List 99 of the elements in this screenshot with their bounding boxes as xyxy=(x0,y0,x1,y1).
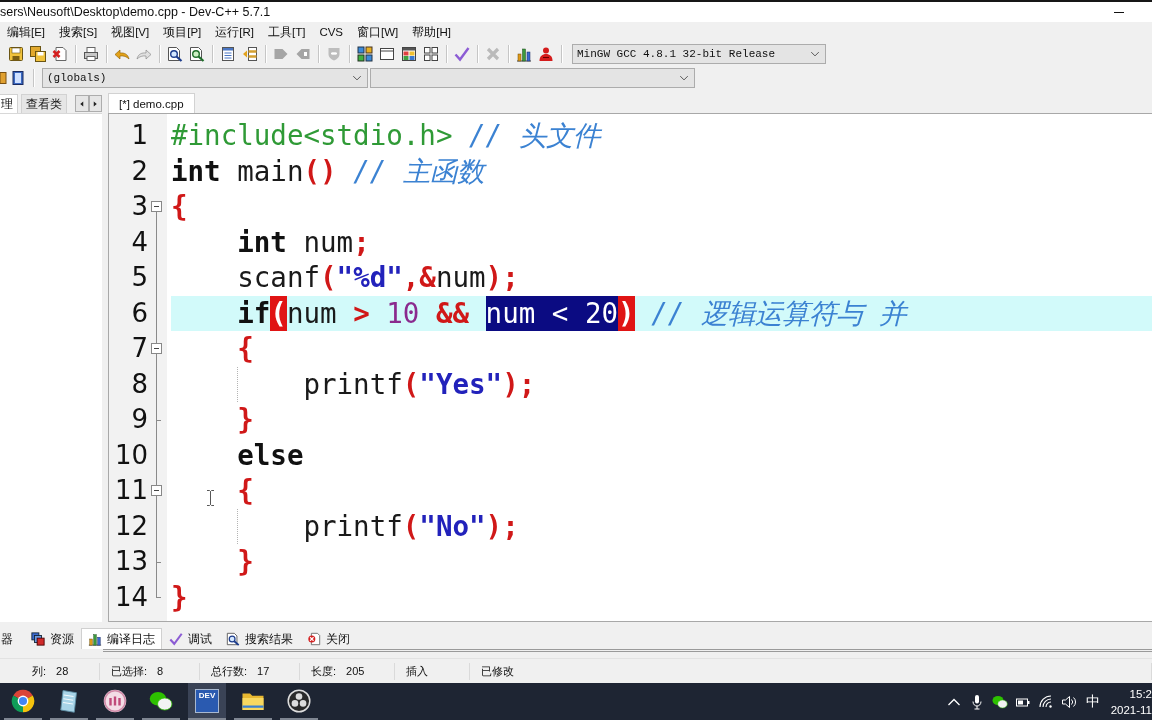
status-value: 17 xyxy=(257,665,270,677)
document-magnifier-icon[interactable] xyxy=(167,46,183,62)
menu-item[interactable]: 帮助[H] xyxy=(405,24,458,40)
bar-chart-icon xyxy=(88,632,102,646)
scroll-left-button[interactable] xyxy=(75,95,89,112)
bar-chart-icon[interactable] xyxy=(516,46,532,62)
document-arrow-icon[interactable] xyxy=(242,46,258,62)
input-method-indicator[interactable]: 中 xyxy=(1085,692,1100,711)
panel-tab[interactable]: 调试 xyxy=(162,628,219,649)
line-number: 9 xyxy=(130,403,148,436)
line-number: 11 xyxy=(113,474,148,507)
panel-tab[interactable]: 查看类 xyxy=(21,94,67,113)
panel-tab[interactable]: 关闭 xyxy=(300,628,357,649)
document-magnifier-icon xyxy=(226,632,240,646)
document-lines-icon[interactable] xyxy=(220,46,236,62)
document-magnifier-icon[interactable] xyxy=(189,46,205,62)
chevron-down-icon xyxy=(352,73,362,83)
panel-tab[interactable]: 搜索结果 xyxy=(219,628,300,649)
aperture-icon xyxy=(287,688,311,713)
code-line: { xyxy=(171,189,188,224)
chevron-down-icon xyxy=(810,49,820,59)
block-icon[interactable] xyxy=(0,70,7,86)
status-label: 列: xyxy=(32,663,47,679)
menu-item[interactable]: 视图[V] xyxy=(104,24,157,40)
panel-tab[interactable]: 理 xyxy=(0,94,18,113)
floppy-disks-icon[interactable] xyxy=(30,46,46,62)
document-x-icon xyxy=(307,632,321,646)
scope-dropdown[interactable]: (globals) xyxy=(42,68,368,88)
status-label: 已选择: xyxy=(111,663,148,679)
code-line: #include<stdio.h> // 头文件 xyxy=(171,118,600,153)
curved-arrow-left-icon[interactable] xyxy=(114,46,130,62)
speaker-icon[interactable] xyxy=(1060,693,1077,710)
line-number: 7 xyxy=(130,332,148,365)
code-editor[interactable]: 1 2 3 4 5 6 7 8 9 10 11 12 13 14 #include<stdio.h> // 头文件 int main() // 主函数 { int num; scanf("%d",&num); if(num > 10 && num < 20) // 逻辑运算符与 并 { printf("Yes"); } else { printf("No"); } } xyxy=(108,113,1152,622)
check-icon[interactable] xyxy=(454,46,470,62)
file-tab[interactable]: [*] demo.cpp xyxy=(108,93,195,113)
menu-item[interactable]: 编辑[E] xyxy=(0,24,53,40)
framed-rectangle-icon[interactable] xyxy=(10,70,26,86)
chat-bubbles-icon[interactable] xyxy=(991,693,1008,710)
code-line: printf("No"); xyxy=(303,508,519,544)
menu-item[interactable]: CVS xyxy=(312,26,351,38)
line-number: 12 xyxy=(113,509,148,543)
line-number: 3 xyxy=(130,190,148,223)
status-label: 长度: xyxy=(311,663,337,679)
code-line: { xyxy=(237,331,254,366)
grid-outline-icon[interactable] xyxy=(423,46,439,62)
segmented-circle-icon xyxy=(11,688,35,713)
document-x-icon[interactable] xyxy=(52,46,68,62)
panel-tab[interactable]: 资源 xyxy=(24,628,81,649)
menu-item[interactable]: 窗口[W] xyxy=(350,24,406,40)
panel-tab[interactable]: 器 xyxy=(0,628,20,649)
four-squares-icon[interactable] xyxy=(357,46,373,62)
minimize-icon[interactable] xyxy=(1114,11,1124,13)
menu-item[interactable]: 运行[R] xyxy=(208,24,261,40)
compiler-dropdown[interactable]: MinGW GCC 4.8.1 32-bit Release xyxy=(572,44,826,64)
line-number: 6 xyxy=(130,296,148,330)
code-line: } xyxy=(237,402,254,437)
status-value: 28 xyxy=(56,665,69,677)
dropdown-field[interactable] xyxy=(370,68,695,88)
line-number: 14 xyxy=(113,580,148,614)
line-number: 13 xyxy=(113,545,148,578)
code-line: int num; xyxy=(237,224,370,260)
window-icon[interactable] xyxy=(379,46,395,62)
code-line: scanf("%d",&num); xyxy=(237,260,519,295)
code-line: printf("Yes"); xyxy=(303,366,536,402)
code-line: } xyxy=(237,544,254,579)
line-number: 8 xyxy=(130,367,148,401)
minus-box-icon[interactable] xyxy=(151,485,162,496)
clock-time: 15:2 xyxy=(1129,686,1152,702)
text-cursor-icon xyxy=(206,490,215,506)
line-number: 5 xyxy=(130,261,148,294)
printer-icon[interactable] xyxy=(83,46,99,62)
status-label: 已修改 xyxy=(481,663,514,679)
status-value: 205 xyxy=(346,665,365,677)
line-number: 4 xyxy=(130,225,148,259)
code-line: { xyxy=(237,473,254,508)
menu-item[interactable]: 项目[P] xyxy=(156,24,209,40)
menu-item[interactable]: 工具[T] xyxy=(260,24,313,40)
stacked-squares-icon xyxy=(31,632,45,646)
menu-item[interactable]: 搜索[S] xyxy=(52,24,105,40)
person-icon[interactable] xyxy=(538,46,554,62)
status-value: 8 xyxy=(157,665,164,677)
code-line: } xyxy=(171,579,188,615)
status-label: 插入 xyxy=(406,663,428,679)
wifi-icon[interactable] xyxy=(1037,693,1054,710)
clock-date: 2021-11 xyxy=(1110,702,1152,718)
line-number: 2 xyxy=(130,154,148,188)
window-title: sers\Neusoft\Desktop\demo.cpp - Dev-C++ 5.7.1 xyxy=(0,5,271,19)
quartered-window-icon[interactable] xyxy=(401,46,417,62)
circle-badge-icon xyxy=(103,688,127,713)
code-line: else xyxy=(237,437,304,473)
status-label: 总行数: xyxy=(211,663,248,679)
minus-box-icon[interactable] xyxy=(151,343,162,354)
chevron-down-icon xyxy=(679,73,689,83)
line-number: 1 xyxy=(130,119,148,152)
minus-box-icon[interactable] xyxy=(151,201,162,212)
check-icon xyxy=(169,632,183,646)
line-number: 10 xyxy=(113,438,148,472)
panel-tab[interactable]: 编译日志 xyxy=(81,628,162,649)
